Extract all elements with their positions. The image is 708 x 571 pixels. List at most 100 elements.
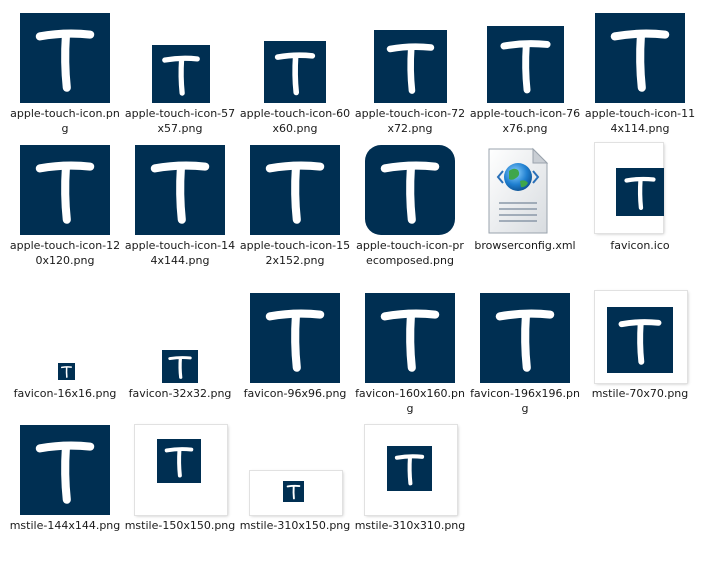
file-item-mstile-310x150-png[interactable]: mstile-310x150.png bbox=[238, 422, 352, 568]
icon-image bbox=[250, 293, 340, 383]
file-thumbnail bbox=[123, 422, 237, 518]
file-name-label: favicon-16x16.png bbox=[13, 387, 117, 400]
file-item-apple-touch-icon-57x57-png[interactable]: apple-touch-icon-57x57.png bbox=[123, 10, 237, 156]
file-thumbnail bbox=[8, 290, 122, 386]
file-name-label: browserconfig.xml bbox=[474, 239, 576, 252]
file-item-favicon-ico[interactable]: favicon.ico bbox=[583, 142, 697, 288]
tile-image bbox=[135, 425, 227, 515]
icon-image bbox=[595, 13, 685, 103]
file-name-label: favicon-32x32.png bbox=[128, 387, 232, 400]
file-item-apple-touch-icon-76x76-png[interactable]: apple-touch-icon-76x76.png bbox=[468, 10, 582, 156]
t-logo-icon bbox=[168, 356, 192, 379]
t-logo-icon bbox=[380, 161, 440, 224]
file-item-favicon-16x16-png[interactable]: favicon-16x16.png bbox=[8, 290, 122, 436]
icon-image bbox=[264, 41, 326, 103]
file-thumbnail bbox=[123, 290, 237, 386]
file-item-apple-touch-icon-114x114-png[interactable]: apple-touch-icon-114x114.png bbox=[583, 10, 697, 156]
file-item-apple-touch-icon-72x72-png[interactable]: apple-touch-icon-72x72.png bbox=[353, 10, 467, 156]
t-logo-icon bbox=[624, 176, 656, 210]
file-name-label: apple-touch-icon-precomposed.png bbox=[356, 239, 464, 267]
t-logo-icon bbox=[35, 441, 95, 504]
file-name-label: mstile-310x150.png bbox=[239, 519, 351, 532]
file-name-label: apple-touch-icon-57x57.png bbox=[124, 107, 236, 135]
file-thumbnail bbox=[583, 290, 697, 386]
t-logo-icon bbox=[394, 454, 425, 486]
t-logo-icon bbox=[265, 161, 325, 224]
file-item-apple-touch-icon-152x152-png[interactable]: apple-touch-icon-152x152.png bbox=[238, 142, 352, 288]
tile-logo bbox=[283, 481, 304, 502]
tile-image bbox=[365, 425, 457, 515]
t-logo-icon bbox=[150, 161, 210, 224]
file-item-mstile-70x70-png[interactable]: mstile-70x70.png bbox=[583, 290, 697, 436]
icon-image bbox=[162, 350, 198, 383]
t-logo-icon bbox=[162, 55, 200, 96]
file-name-label: apple-touch-icon-114x114.png bbox=[584, 107, 696, 135]
file-item-apple-touch-icon-144x144-png[interactable]: apple-touch-icon-144x144.png bbox=[123, 142, 237, 288]
file-name-label: mstile-144x144.png bbox=[9, 519, 121, 532]
t-logo-icon bbox=[35, 161, 95, 224]
t-logo-icon bbox=[286, 484, 301, 500]
file-thumbnail bbox=[238, 10, 352, 106]
icon-image bbox=[20, 145, 110, 235]
tile-logo bbox=[616, 168, 664, 216]
file-thumbnail bbox=[353, 290, 467, 386]
file-item-apple-touch-icon-120x120-png[interactable]: apple-touch-icon-120x120.png bbox=[8, 142, 122, 288]
file-name-label: favicon-196x196.png bbox=[470, 387, 580, 415]
file-item-browserconfig-xml[interactable]: browserconfig.xml bbox=[468, 142, 582, 288]
file-item-favicon-160x160-png[interactable]: favicon-160x160.png bbox=[353, 290, 467, 436]
file-name-label: mstile-310x310.png bbox=[354, 519, 466, 532]
tile-image bbox=[595, 291, 687, 383]
file-name-label: apple-touch-icon-76x76.png bbox=[469, 107, 581, 135]
file-name-label: favicon-96x96.png bbox=[243, 387, 347, 400]
file-item-favicon-196x196-png[interactable]: favicon-196x196.png bbox=[468, 290, 582, 436]
file-thumbnail bbox=[8, 422, 122, 518]
file-name-label: apple-touch-icon-72x72.png bbox=[354, 107, 466, 135]
t-logo-icon bbox=[60, 366, 73, 378]
file-thumbnail bbox=[8, 10, 122, 106]
file-thumbnail bbox=[238, 290, 352, 386]
icon-image bbox=[487, 26, 564, 103]
icon-image bbox=[374, 30, 447, 103]
file-item-favicon-96x96-png[interactable]: favicon-96x96.png bbox=[238, 290, 352, 436]
file-item-mstile-310x310-png[interactable]: mstile-310x310.png bbox=[353, 422, 467, 568]
file-item-mstile-144x144-png[interactable]: mstile-144x144.png bbox=[8, 422, 122, 568]
icon-image bbox=[250, 145, 340, 235]
file-thumbnail bbox=[468, 290, 582, 386]
file-item-apple-touch-icon-precomposed-png[interactable]: apple-touch-icon-precomposed.png bbox=[353, 142, 467, 288]
t-logo-icon bbox=[386, 43, 435, 94]
file-name-label: apple-touch-icon-120x120.png bbox=[9, 239, 121, 267]
document-image bbox=[487, 145, 549, 235]
icon-image bbox=[20, 13, 110, 103]
t-logo-icon bbox=[618, 319, 662, 365]
icon-image bbox=[365, 293, 455, 383]
tile-logo bbox=[157, 439, 201, 483]
t-logo-icon bbox=[610, 29, 670, 92]
icon-image bbox=[58, 363, 75, 380]
file-thumbnail bbox=[238, 142, 352, 238]
t-logo-icon bbox=[500, 40, 551, 94]
file-item-mstile-150x150-png[interactable]: mstile-150x150.png bbox=[123, 422, 237, 568]
file-item-apple-touch-icon-60x60-png[interactable]: apple-touch-icon-60x60.png bbox=[238, 10, 352, 156]
file-grid: apple-touch-icon.png apple-touch-icon-57x… bbox=[0, 0, 708, 571]
icon-image bbox=[365, 145, 455, 235]
tile-logo bbox=[387, 446, 432, 491]
file-item-favicon-32x32-png[interactable]: favicon-32x32.png bbox=[123, 290, 237, 436]
tile-image bbox=[595, 143, 664, 233]
file-name-label: apple-touch-icon-152x152.png bbox=[239, 239, 351, 267]
tile-logo bbox=[607, 307, 673, 373]
file-thumbnail bbox=[238, 422, 352, 518]
file-thumbnail bbox=[353, 10, 467, 106]
file-thumbnail bbox=[8, 142, 122, 238]
icon-image bbox=[152, 45, 210, 103]
file-thumbnail bbox=[583, 142, 697, 238]
file-thumbnail bbox=[123, 142, 237, 238]
icon-image bbox=[135, 145, 225, 235]
file-name-label: mstile-150x150.png bbox=[124, 519, 236, 532]
file-item-apple-touch-icon-png[interactable]: apple-touch-icon.png bbox=[8, 10, 122, 156]
t-logo-icon bbox=[380, 309, 440, 372]
file-name-label: favicon-160x160.png bbox=[355, 387, 465, 415]
t-logo-icon bbox=[495, 309, 555, 372]
t-logo-icon bbox=[164, 447, 194, 478]
icon-image bbox=[480, 293, 570, 383]
tile-image bbox=[250, 471, 342, 515]
